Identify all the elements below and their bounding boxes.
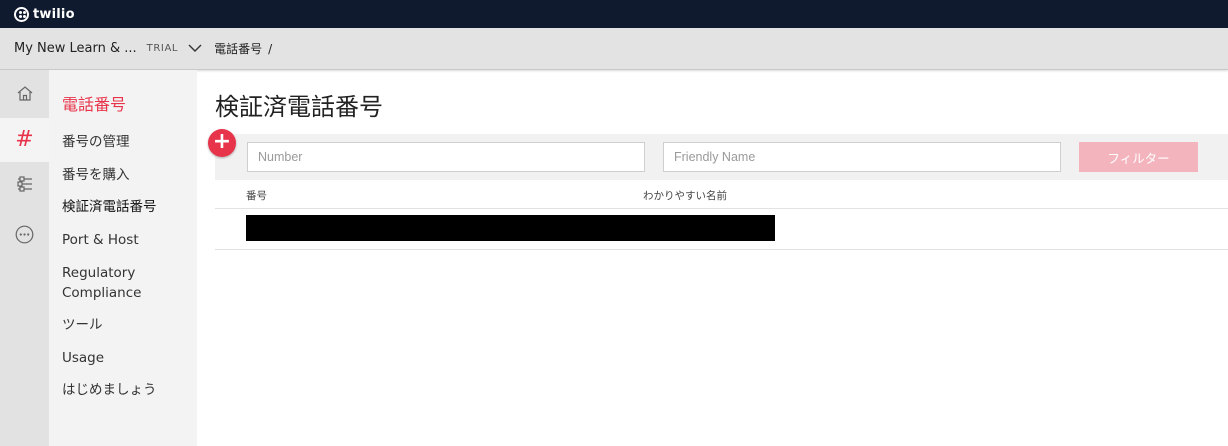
column-header-friendly-name[interactable]: わかりやすい名前 xyxy=(643,188,727,203)
rail-studio[interactable] xyxy=(0,164,49,208)
top-bar: twilio xyxy=(0,0,1228,28)
subnav-item-port-host[interactable]: Port & Host xyxy=(62,230,139,250)
hash-icon: # xyxy=(15,127,34,152)
rail-home[interactable] xyxy=(0,73,49,117)
subnav-item-manage-numbers[interactable]: 番号の管理 xyxy=(62,132,130,152)
subnav-item-buy-number[interactable]: 番号を購入 xyxy=(62,165,130,185)
number-filter-input[interactable] xyxy=(247,142,645,172)
friendly-name-filter-input[interactable] xyxy=(663,142,1061,172)
subnav-item-verified-caller-ids[interactable]: 検証済電話番号 xyxy=(62,197,157,217)
redacted-row-content xyxy=(246,215,775,241)
subnav-item-usage[interactable]: Usage xyxy=(62,348,104,368)
column-header-number[interactable]: 番号 xyxy=(246,188,267,203)
add-verified-number-button[interactable]: + xyxy=(208,129,236,157)
twilio-logo[interactable]: twilio xyxy=(14,6,75,22)
account-bar: My New Learn & ... TRIAL 電話番号 / xyxy=(0,28,1228,70)
subnav-title[interactable]: 電話番号 xyxy=(62,91,126,115)
subnav-item-tools[interactable]: ツール xyxy=(62,315,103,335)
page-title: 検証済電話番号 xyxy=(215,93,383,121)
more-icon xyxy=(15,225,34,248)
filter-button[interactable]: フィルター xyxy=(1079,142,1198,172)
chevron-down-icon[interactable] xyxy=(188,42,202,56)
rail-phone-numbers[interactable]: # xyxy=(0,118,49,162)
icon-rail: # xyxy=(0,70,49,446)
subnav-item-getting-started[interactable]: はじめましょう xyxy=(62,380,157,400)
twilio-logo-icon xyxy=(14,6,29,22)
table-header: 番号 わかりやすい名前 xyxy=(215,181,1228,209)
trial-badge: TRIAL xyxy=(146,43,179,54)
account-name[interactable]: My New Learn & ... xyxy=(14,41,137,56)
table-row[interactable] xyxy=(215,209,1228,250)
secondary-nav: 電話番号 番号の管理 番号を購入 検証済電話番号 Port & Host Reg… xyxy=(49,70,197,446)
brand-name: twilio xyxy=(33,6,75,22)
rail-more[interactable] xyxy=(0,214,49,258)
home-icon xyxy=(16,85,34,106)
subnav-item-regulatory-compliance[interactable]: Regulatory Compliance xyxy=(62,263,172,303)
breadcrumb[interactable]: 電話番号 xyxy=(214,40,262,57)
sliders-icon xyxy=(16,175,34,197)
plus-icon: + xyxy=(212,129,232,154)
breadcrumb-separator: / xyxy=(268,41,273,56)
